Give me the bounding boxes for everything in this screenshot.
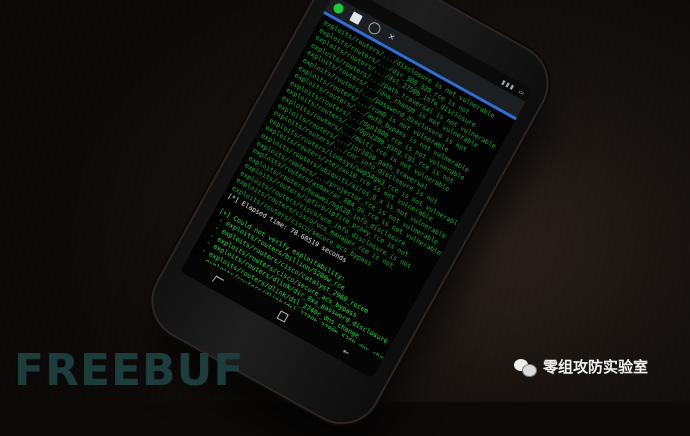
back-icon[interactable]: ← [340,344,352,359]
wechat-account-name: 零组攻防实验室 [543,358,649,376]
freebuf-watermark: FREEBUF [14,345,245,396]
recent-apps-icon[interactable] [211,275,225,285]
circle-icon[interactable] [366,20,383,37]
terminal-cursor [219,335,227,344]
prompt-prefix: rsf ( [180,311,186,321]
home-icon[interactable] [276,309,289,323]
close-icon[interactable]: ✕ [386,31,400,46]
background-table: ▮▮▮ ▭ ✕ exploits/routers/.../disclosure … [0,0,690,436]
prompt-module: AutoPwn [181,313,210,335]
battery-icon: ▭ [517,86,527,97]
wechat-watermark: 零组攻防实验室 [514,356,648,377]
prompt-suffix: ) > [205,327,224,343]
app-icon[interactable] [331,1,346,16]
wechat-logo-icon [514,357,537,377]
document-icon[interactable] [349,11,363,25]
